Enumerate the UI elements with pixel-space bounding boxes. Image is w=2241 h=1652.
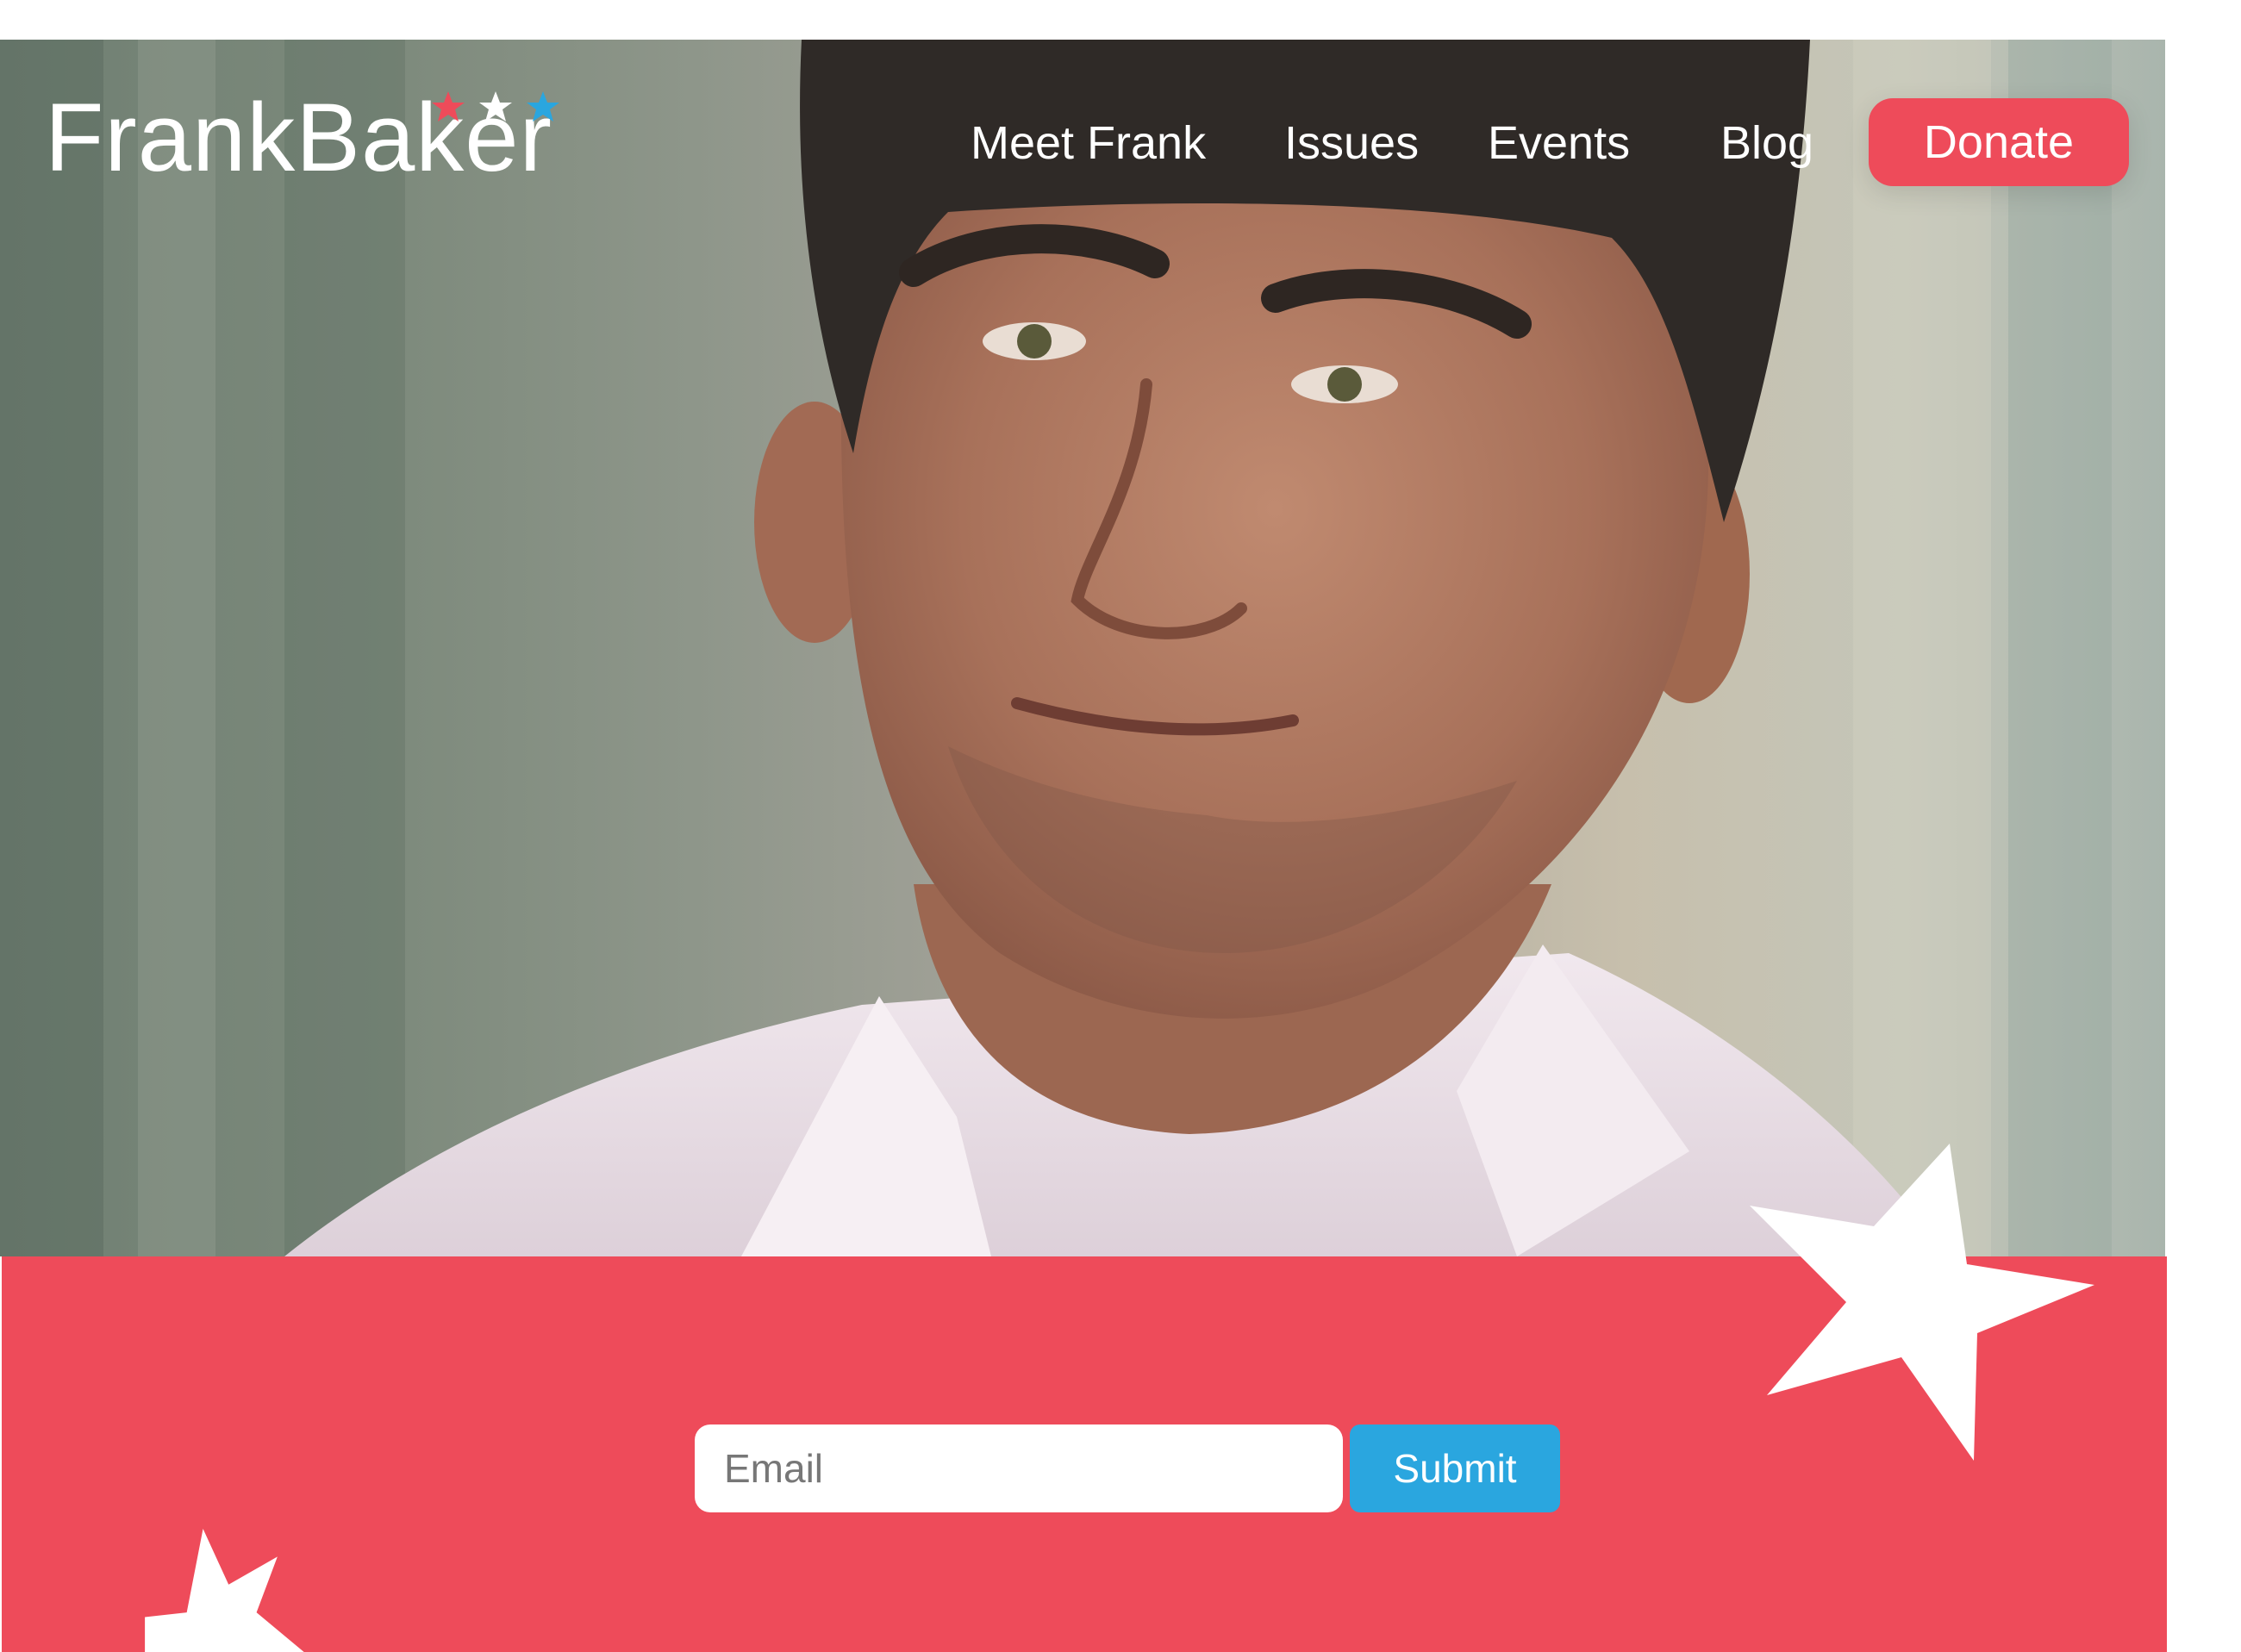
nav-blog[interactable]: Blog bbox=[1720, 109, 1813, 178]
nav-events[interactable]: Events bbox=[1488, 109, 1630, 178]
hero-photo bbox=[0, 40, 2165, 1256]
email-input[interactable] bbox=[695, 1424, 1343, 1512]
nav-issues[interactable]: Issues bbox=[1284, 109, 1419, 178]
donate-button[interactable]: Donate bbox=[1869, 98, 2129, 186]
campaign-homepage: FrankBaker Meet Frank Issues Events Blog… bbox=[0, 0, 2241, 1652]
decorative-star-icon bbox=[145, 1529, 304, 1652]
nav-meet-frank[interactable]: Meet Frank bbox=[971, 109, 1206, 178]
portrait-illustration bbox=[284, 40, 1948, 1256]
decorative-star-icon bbox=[1750, 1144, 2094, 1461]
submit-button[interactable]: Submit bbox=[1350, 1424, 1560, 1512]
